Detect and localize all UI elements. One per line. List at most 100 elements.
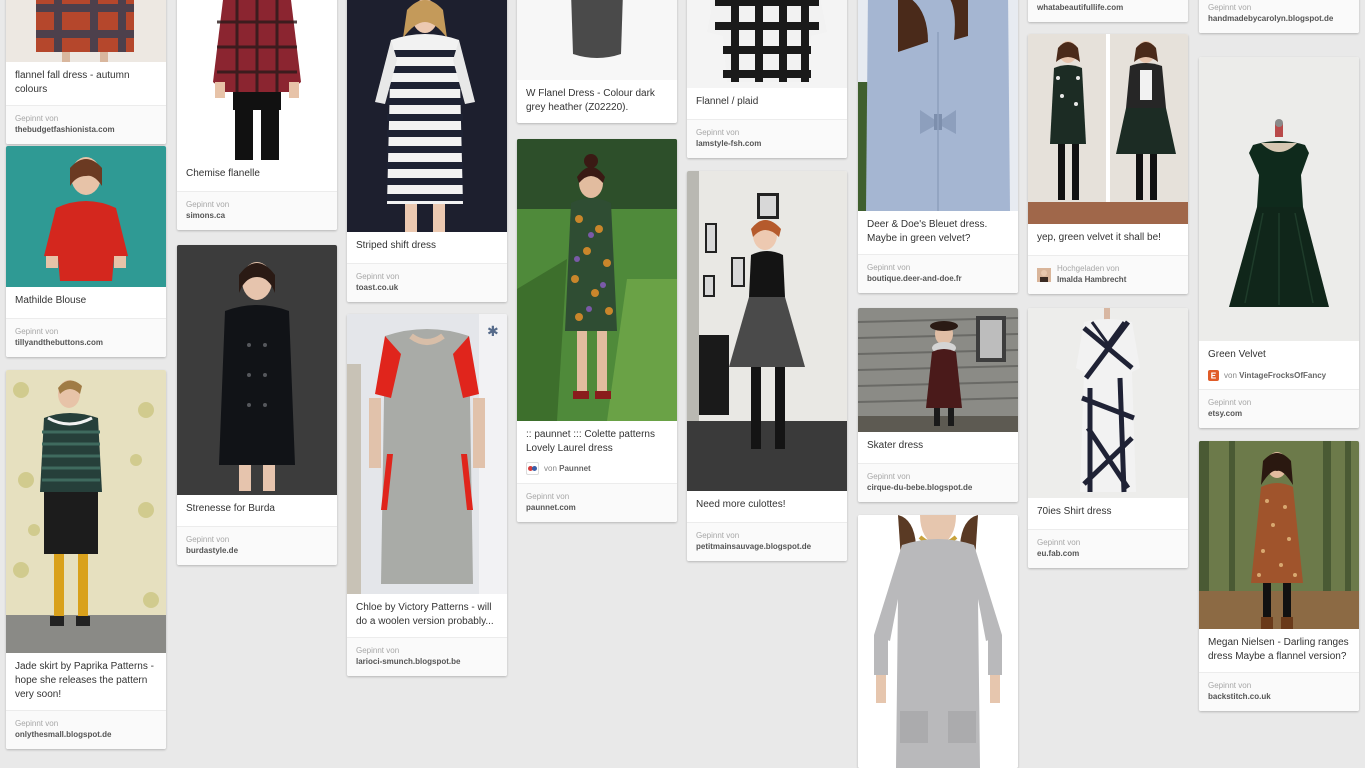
- pin-source[interactable]: Gepinnt von cirque-du-bebe.blogspot.de: [858, 463, 1018, 502]
- source-link[interactable]: cirque-du-bebe.blogspot.de: [867, 482, 1009, 494]
- pin-card[interactable]: :: paunnet ::: Colette patterns Lovely L…: [517, 139, 677, 522]
- pin-card[interactable]: Strenesse for Burda Gepinnt von burdasty…: [177, 245, 337, 565]
- pin-image-red-blouse[interactable]: [6, 146, 166, 287]
- pin-image-black-coat[interactable]: [177, 245, 337, 495]
- pin-card[interactable]: whatabeautifullife.com: [1028, 0, 1188, 22]
- source-link[interactable]: backstitch.co.uk: [1208, 691, 1350, 703]
- pin-card[interactable]: yep, green velvet it shall be! Hochgelad…: [1028, 34, 1188, 294]
- pin-source[interactable]: Gepinnt von toast.co.uk: [347, 263, 507, 302]
- pin-card[interactable]: Green Velvet von VintageFrocksOfFancy Ge…: [1199, 57, 1359, 428]
- pin-image-striped-top-skirt[interactable]: [6, 370, 166, 653]
- pin-description: yep, green velvet it shall be!: [1037, 232, 1161, 243]
- source-link[interactable]: onlythesmall.blogspot.de: [15, 729, 157, 741]
- uploaded-by-label: Hochgeladen von: [1057, 264, 1120, 273]
- pin-source[interactable]: Gepinnt von etsy.com: [1199, 389, 1359, 428]
- pin-source[interactable]: Gepinnt von onlythesmall.blogspot.de: [6, 710, 166, 749]
- pinned-by-label: Gepinnt von: [186, 535, 230, 544]
- pinned-by-label: Gepinnt von: [1208, 3, 1252, 12]
- source-link[interactable]: larioci-smunch.blogspot.be: [356, 656, 498, 668]
- pin-source[interactable]: Gepinnt von thebudgetfashionista.com: [6, 105, 166, 144]
- source-link[interactable]: petitmainsauvage.blogspot.de: [696, 541, 838, 553]
- pin-description: W Flanel Dress - Colour dark grey heathe…: [526, 88, 655, 113]
- source-link[interactable]: whatabeautifullife.com: [1037, 2, 1179, 14]
- source-link[interactable]: handmadebycarolyn.blogspot.de: [1208, 13, 1350, 25]
- pin-card[interactable]: 70ies Shirt dress Gepinnt von eu.fab.com: [1028, 308, 1188, 568]
- source-link[interactable]: lamstyle-fsh.com: [696, 138, 838, 150]
- pin-source[interactable]: Gepinnt von handmadebycarolyn.blogspot.d…: [1199, 0, 1359, 33]
- source-link[interactable]: paunnet.com: [526, 502, 668, 514]
- source-link[interactable]: boutique.deer-and-doe.fr: [867, 273, 1009, 285]
- pin-card[interactable]: Need more culottes! Gepinnt von petitmai…: [687, 171, 847, 561]
- pin-source[interactable]: Gepinnt von eu.fab.com: [1028, 529, 1188, 568]
- pin-description: Need more culottes!: [696, 499, 786, 510]
- pin-description: Chemise flanelle: [186, 168, 260, 179]
- pin-source[interactable]: Gepinnt von boutique.deer-and-doe.fr: [858, 254, 1018, 293]
- pin-image-skater-dress-barn[interactable]: [858, 308, 1018, 432]
- pin-source[interactable]: Gepinnt von simons.ca: [177, 191, 337, 230]
- pin-description: Megan Nielsen - Darling ranges dress May…: [1208, 637, 1349, 662]
- pin-image-blue-bow-dress[interactable]: [858, 0, 1018, 211]
- pin-image-black-skirt-room[interactable]: [687, 171, 847, 491]
- pin-source[interactable]: Gepinnt von backstitch.co.uk: [1199, 672, 1359, 711]
- attribution-name[interactable]: VintageFrocksOfFancy: [1239, 371, 1326, 380]
- pinned-by-label: Gepinnt von: [1037, 538, 1081, 547]
- pin-image-grey-red-dress[interactable]: ✱: [347, 314, 507, 594]
- pin-image-green-velvet-mannequin[interactable]: [1199, 57, 1359, 341]
- pinned-by-label: Gepinnt von: [1208, 398, 1252, 407]
- attribution-name[interactable]: Paunnet: [559, 464, 591, 473]
- pin-card[interactable]: Mathilde Blouse Gepinnt von tillyandtheb…: [6, 146, 166, 357]
- source-link[interactable]: toast.co.uk: [356, 282, 498, 294]
- attribution-prefix: von: [544, 464, 557, 473]
- pin-card[interactable]: Chemise flanelle Gepinnt von simons.ca: [177, 0, 337, 230]
- source-link[interactable]: thebudgetfashionista.com: [15, 124, 157, 136]
- pin-source[interactable]: whatabeautifullife.com: [1028, 0, 1188, 22]
- pin-image-grey-sweater-dress[interactable]: [858, 515, 1018, 768]
- pinned-by-label: Gepinnt von: [15, 719, 59, 728]
- pin-card[interactable]: Striped shift dress Gepinnt von toast.co…: [347, 0, 507, 302]
- pin-source[interactable]: Gepinnt von larioci-smunch.blogspot.be: [347, 637, 507, 676]
- uploader-name[interactable]: Imalda Hambrecht: [1057, 274, 1126, 286]
- attribution-text: von Paunnet: [544, 463, 591, 474]
- pin-card[interactable]: [858, 515, 1018, 768]
- pinned-by-label: Gepinnt von: [186, 200, 230, 209]
- pin-image-bw-plaid-shirt[interactable]: [687, 0, 847, 88]
- pin-image-brown-print-dress[interactable]: [1199, 441, 1359, 629]
- pin-image-plaid-orange-dress[interactable]: [6, 0, 166, 62]
- source-link[interactable]: burdastyle.de: [186, 545, 328, 557]
- source-link[interactable]: etsy.com: [1208, 408, 1350, 420]
- attribution-text: von VintageFrocksOfFancy: [1224, 370, 1326, 381]
- attribution-prefix: von: [1224, 371, 1237, 380]
- pin-card[interactable]: Jade skirt by Paprika Patterns - hope sh…: [6, 370, 166, 749]
- pin-card[interactable]: flannel fall dress - autumn colours Gepi…: [6, 0, 166, 144]
- pin-image-grey-dress-top[interactable]: [517, 0, 677, 80]
- pin-image-striped-dress[interactable]: [347, 0, 507, 232]
- source-link[interactable]: eu.fab.com: [1037, 548, 1179, 560]
- source-link[interactable]: tillyandthebuttons.com: [15, 337, 157, 349]
- pin-source[interactable]: Gepinnt von paunnet.com: [517, 483, 677, 522]
- pin-attribution[interactable]: von Paunnet: [517, 462, 677, 483]
- pin-description: Flannel / plaid: [696, 96, 759, 107]
- pin-source[interactable]: Gepinnt von tillyandthebuttons.com: [6, 318, 166, 357]
- pin-image-green-velvet-pair[interactable]: [1028, 34, 1188, 224]
- pin-card[interactable]: Flannel / plaid Gepinnt von lamstyle-fsh…: [687, 0, 847, 158]
- pinned-by-label: Gepinnt von: [526, 492, 570, 501]
- pin-card[interactable]: Megan Nielsen - Darling ranges dress May…: [1199, 441, 1359, 711]
- pin-image-geometric-shirt-dress[interactable]: [1028, 308, 1188, 498]
- pin-source[interactable]: Gepinnt von petitmainsauvage.blogspot.de: [687, 522, 847, 561]
- pin-card[interactable]: W Flanel Dress - Colour dark grey heathe…: [517, 0, 677, 123]
- pin-source[interactable]: Gepinnt von lamstyle-fsh.com: [687, 119, 847, 158]
- pin-attribution[interactable]: Hochgeladen von Imalda Hambrecht: [1028, 255, 1188, 294]
- pin-source[interactable]: Gepinnt von burdastyle.de: [177, 526, 337, 565]
- pin-image-plaid-shirt[interactable]: [177, 0, 337, 160]
- pin-card[interactable]: Skater dress Gepinnt von cirque-du-bebe.…: [858, 308, 1018, 502]
- pinned-by-label: Gepinnt von: [15, 327, 59, 336]
- pin-attribution[interactable]: von VintageFrocksOfFancy: [1199, 370, 1359, 389]
- pin-description: 70ies Shirt dress: [1037, 506, 1112, 517]
- source-link[interactable]: simons.ca: [186, 210, 328, 222]
- pin-image-floral-dress-outdoor[interactable]: [517, 139, 677, 421]
- paunnet-avatar-icon: [526, 462, 539, 475]
- svg-text:✱: ✱: [487, 324, 499, 340]
- pin-card[interactable]: Deer & Doe's Bleuet dress. Maybe in gree…: [858, 0, 1018, 293]
- pin-card[interactable]: ✱ Chloe by Victory Patterns - will do a …: [347, 314, 507, 676]
- pin-card[interactable]: Gepinnt von handmadebycarolyn.blogspot.d…: [1199, 0, 1359, 33]
